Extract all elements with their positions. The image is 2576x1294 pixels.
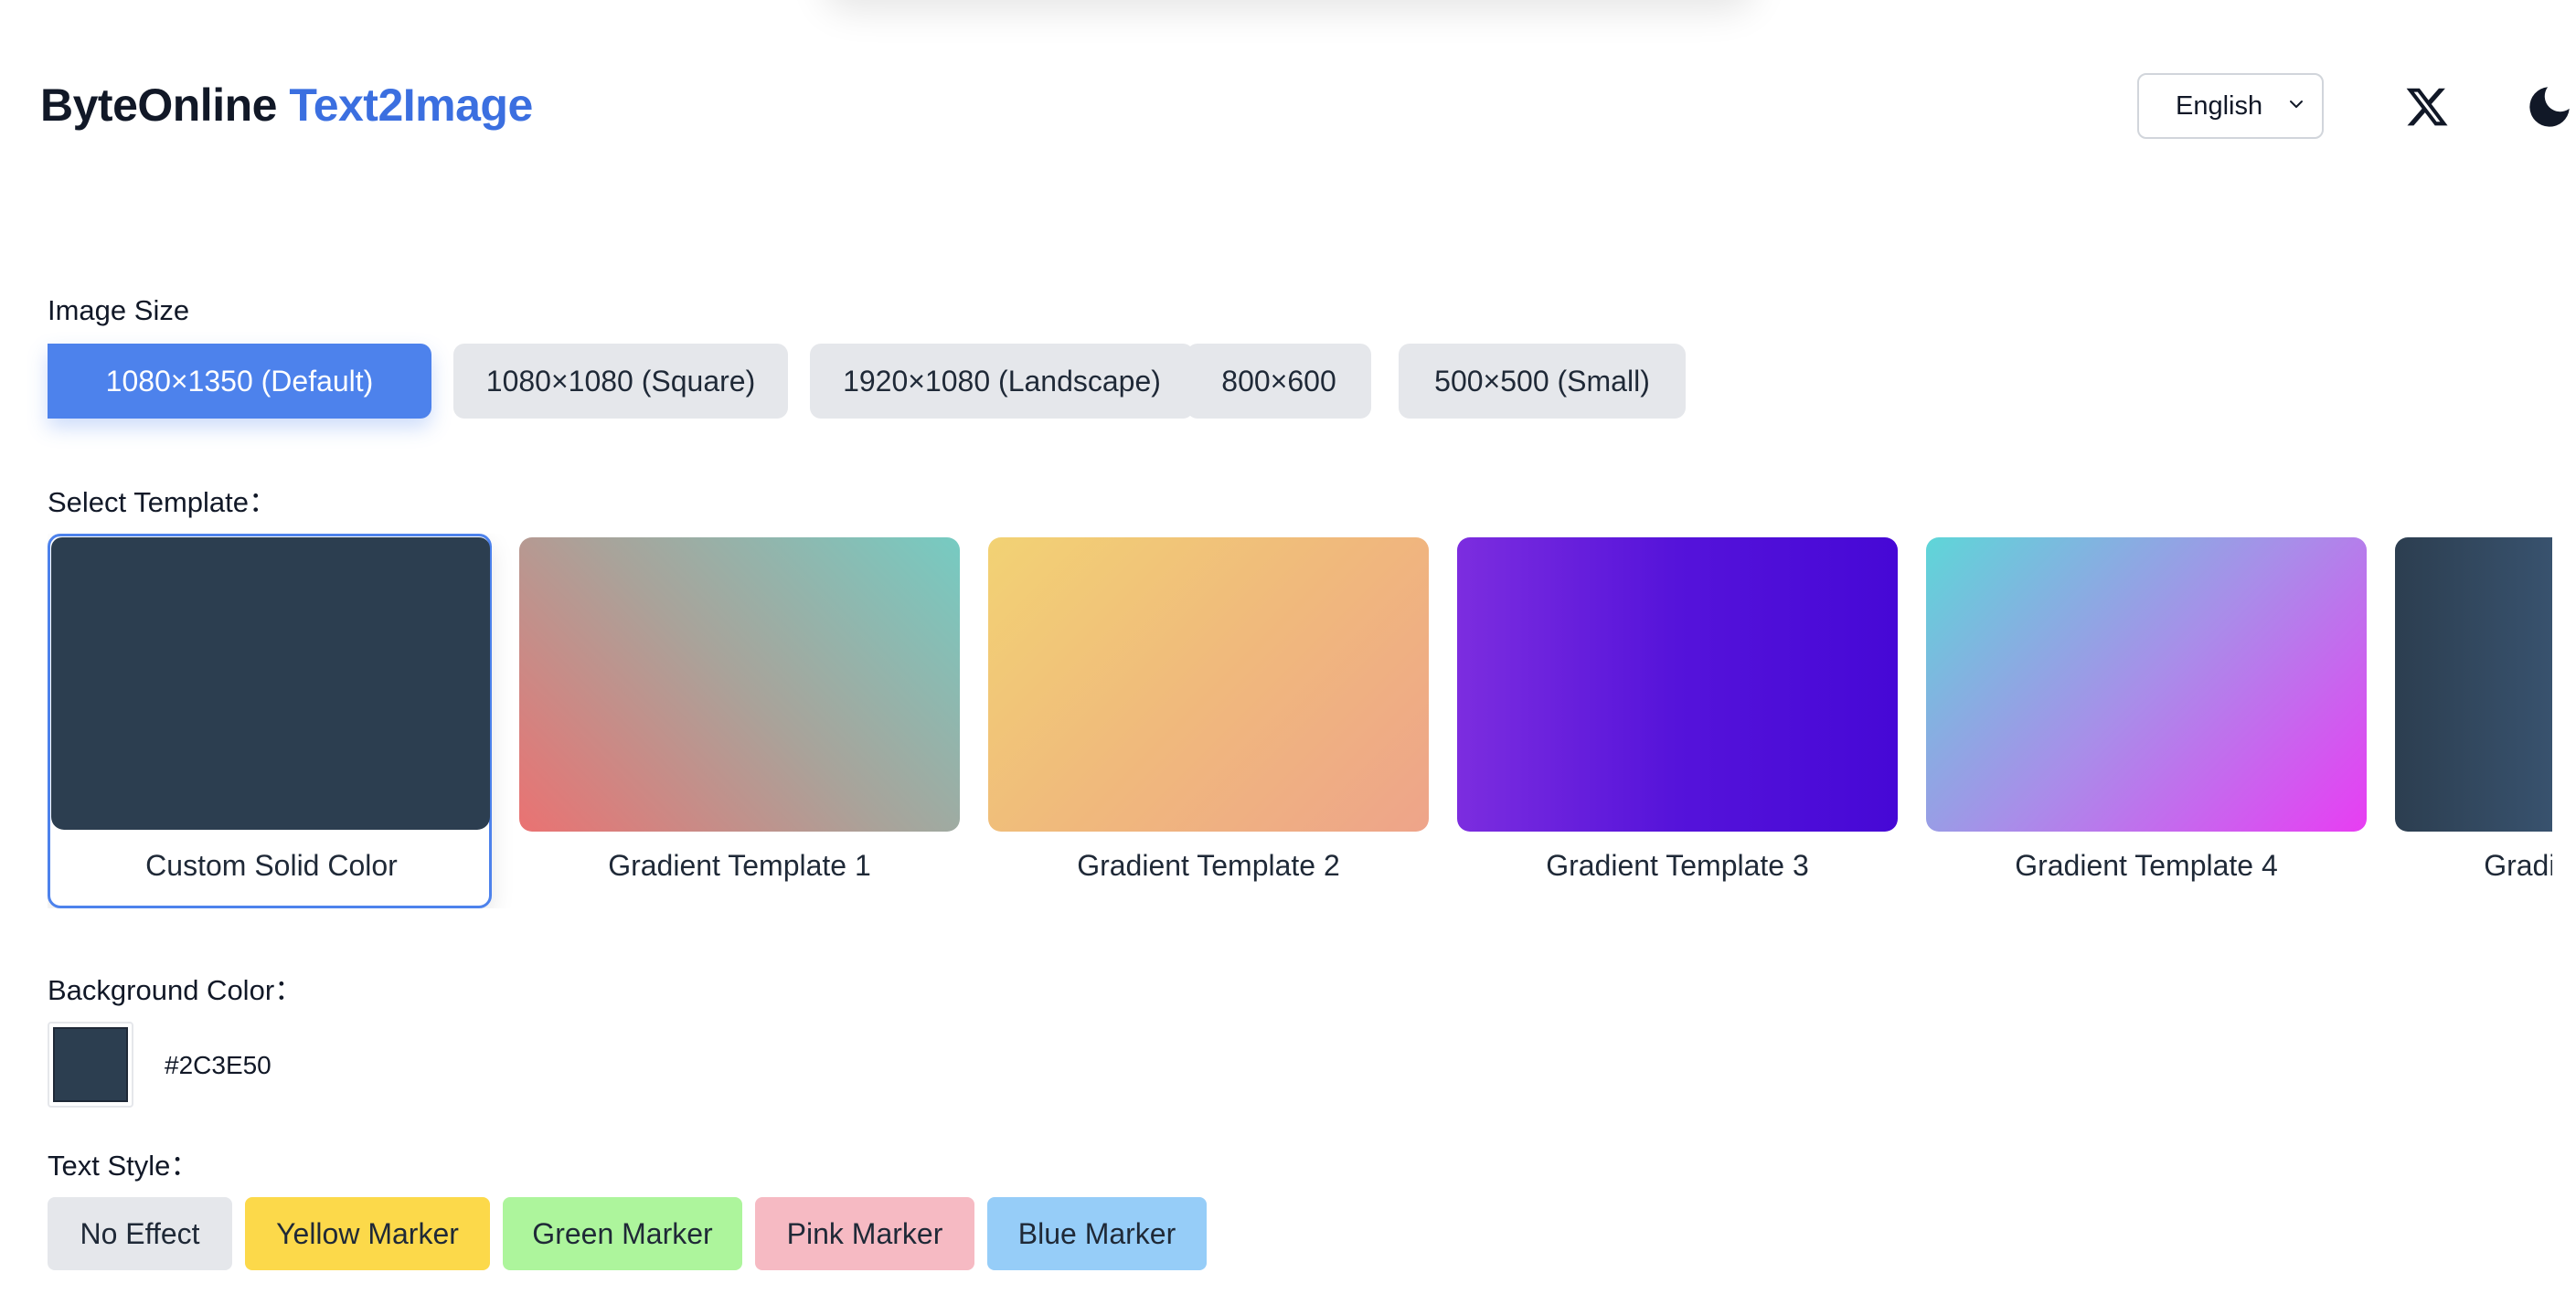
size-option-800x600[interactable]: 800×600: [1187, 344, 1371, 419]
template-gradient-1[interactable]: Gradient Template 1: [516, 534, 960, 908]
size-option-1080x1350[interactable]: 1080×1350 (Default): [48, 344, 431, 419]
text-style-green-marker[interactable]: Green Marker: [503, 1197, 742, 1270]
template-name: Gradient Template 5: [2484, 849, 2552, 882]
header: ByteOnline Text2Image English: [40, 73, 2576, 139]
template-swatch: [988, 537, 1429, 832]
template-custom-solid-color[interactable]: Custom Solid Color: [48, 534, 492, 908]
template-swatch: [1457, 537, 1898, 832]
text-style-yellow-marker[interactable]: Yellow Marker: [245, 1197, 490, 1270]
template-name: Custom Solid Color: [145, 849, 398, 882]
size-option-1080x1080[interactable]: 1080×1080 (Square): [453, 344, 788, 419]
image-size-label: Image Size: [48, 294, 190, 326]
template-swatch: [2395, 537, 2552, 832]
template-name: Gradient Template 3: [1546, 849, 1809, 882]
template-list: Custom Solid Color Gradient Template 1 G…: [48, 534, 2552, 908]
x-logo-icon[interactable]: [2404, 84, 2450, 130]
template-name: Gradient Template 1: [608, 849, 871, 882]
size-option-1920x1080[interactable]: 1920×1080 (Landscape): [810, 344, 1194, 419]
template-gradient-2[interactable]: Gradient Template 2: [985, 534, 1429, 908]
language-select[interactable]: English: [2137, 73, 2324, 139]
template-swatch: [51, 537, 490, 830]
background-color-picker[interactable]: [48, 1022, 133, 1108]
brand-logo[interactable]: ByteOnline Text2Image: [40, 79, 533, 132]
template-swatch: [519, 537, 960, 832]
template-name: Gradient Template 4: [2015, 849, 2278, 882]
brand-accent-text: Text2Image: [289, 80, 533, 131]
moon-icon[interactable]: [2523, 80, 2576, 133]
text-style-blue-marker[interactable]: Blue Marker: [987, 1197, 1207, 1270]
page: ByteOnline Text2Image English Image Size…: [0, 0, 2576, 1294]
template-gradient-5[interactable]: Gradient Template 5: [2391, 534, 2552, 908]
brand-primary-text: ByteOnline: [40, 80, 277, 131]
chevron-down-icon: [2290, 101, 2303, 108]
text-style-no-effect[interactable]: No Effect: [48, 1197, 232, 1270]
text-style-label: Text Style：: [48, 1150, 199, 1182]
size-option-500x500[interactable]: 500×500 (Small): [1399, 344, 1686, 419]
background-color-label: Background Color：: [48, 974, 303, 1006]
text-style-pink-marker[interactable]: Pink Marker: [755, 1197, 974, 1270]
template-swatch: [1926, 537, 2367, 832]
template-name: Gradient Template 2: [1077, 849, 1340, 882]
language-value: English: [2176, 90, 2263, 121]
template-gradient-3[interactable]: Gradient Template 3: [1453, 534, 1898, 908]
background-color-hex: #2C3E50: [165, 1051, 271, 1079]
select-template-label: Select Template：: [48, 486, 277, 518]
background-color-swatch: [53, 1027, 128, 1102]
template-gradient-4[interactable]: Gradient Template 4: [1922, 534, 2367, 908]
